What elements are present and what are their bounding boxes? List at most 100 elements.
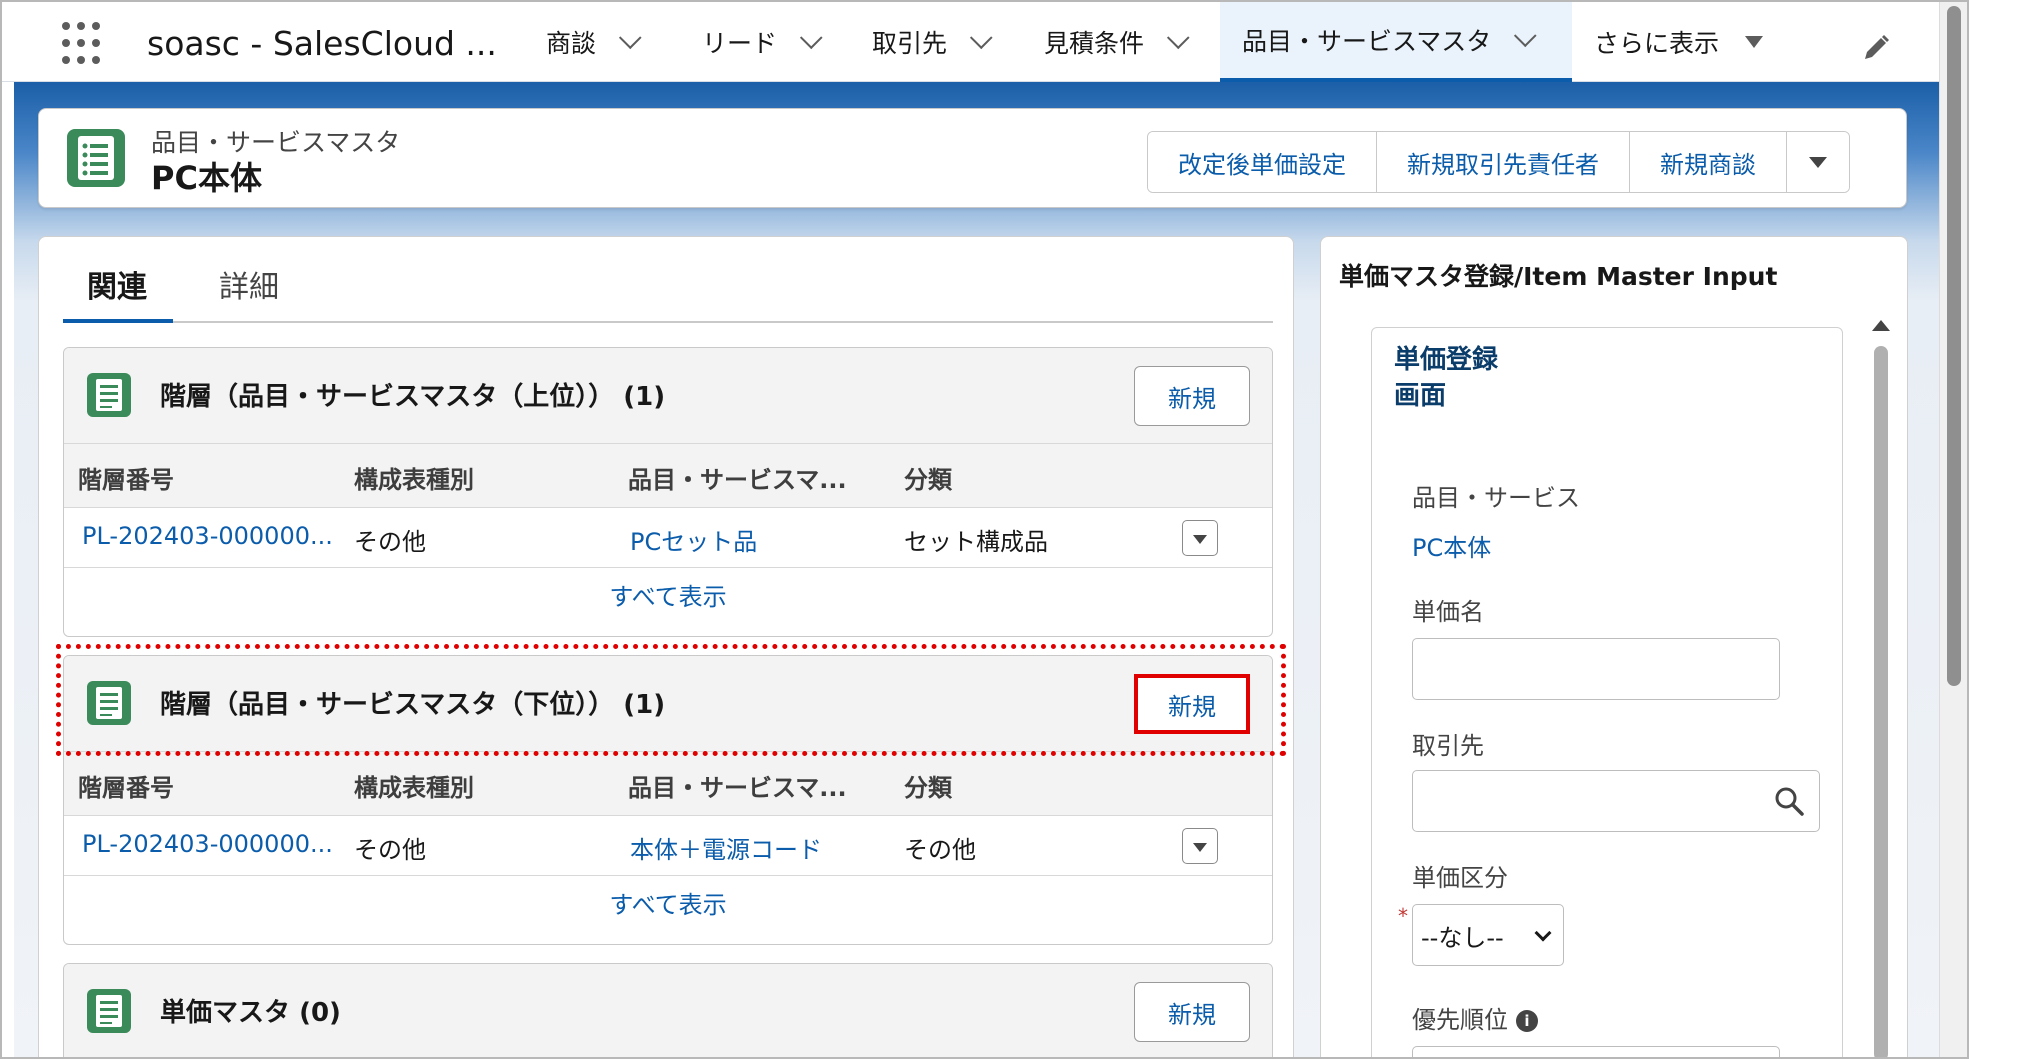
view-all-link[interactable]: すべて表示 <box>64 568 1272 628</box>
price-name-input[interactable] <box>1412 638 1780 700</box>
nav-item-leads[interactable]: リード <box>702 2 835 82</box>
column-header[interactable]: 階層番号 <box>78 460 174 495</box>
chevron-down-icon <box>1534 924 1552 942</box>
new-button[interactable]: 新規 <box>1134 366 1250 426</box>
panel-scroll-up-icon[interactable] <box>1872 320 1890 331</box>
related-list-title[interactable]: 階層（品目・サービスマスタ（上位）） (1) <box>160 376 665 413</box>
priority-label-text: 優先順位 <box>1412 1006 1508 1034</box>
table-cell: セット構成品 <box>904 528 1048 556</box>
new-contact-button[interactable]: 新規取引先責任者 <box>1377 132 1630 192</box>
row-actions-button[interactable] <box>1182 520 1218 556</box>
hierarchy-number-link[interactable]: PL-202403-000000... <box>82 522 333 550</box>
chevron-down-icon[interactable] <box>969 26 993 50</box>
window-scrollbar[interactable] <box>1939 2 1967 1057</box>
tab-related[interactable]: 関連 <box>63 265 173 323</box>
priority-input[interactable] <box>1412 1046 1780 1057</box>
related-list-count: (1) <box>623 382 666 412</box>
record-actions: 改定後単価設定 新規取引先責任者 新規商談 <box>1147 131 1850 193</box>
account-lookup-input[interactable] <box>1412 770 1820 832</box>
search-icon <box>1775 787 1804 816</box>
related-list-price-master: 単価マスタ (0) 新規 <box>63 963 1273 1057</box>
select-value: --なし-- <box>1421 923 1504 952</box>
window-scrollbar-thumb[interactable] <box>1947 6 1961 686</box>
form-heading-line: 単価登録 <box>1394 345 1499 375</box>
column-header[interactable]: 品目・サービスマ... <box>628 460 847 495</box>
related-list-header: 階層（品目・サービスマスタ（上位）） (1) 新規 <box>64 348 1272 444</box>
app-launcher-icon[interactable] <box>62 22 106 66</box>
form-heading: 単価登録 画面 <box>1394 342 1498 414</box>
caret-down-icon <box>1193 843 1207 852</box>
related-list-upper-hierarchy: 階層（品目・サービスマスタ（上位）） (1) 新規 階層番号 構成表種別 品目・… <box>63 347 1273 637</box>
column-header[interactable]: 分類 <box>904 768 952 803</box>
nav-item-label: 商談 <box>546 29 597 58</box>
column-header[interactable]: 品目・サービスマ... <box>628 768 847 803</box>
app-name: soasc - SalesCloud ... <box>147 24 497 63</box>
table-row: PL-202403-000000... その他 PCセット品 セット構成品 <box>64 508 1272 568</box>
item-field-value[interactable]: PC本体 <box>1412 528 1491 563</box>
nav-item-label: 品目・サービスマスタ <box>1242 27 1492 56</box>
record-title: PC本体 <box>151 159 262 197</box>
price-name-label: 単価名 <box>1412 598 1484 626</box>
column-header[interactable]: 分類 <box>904 460 952 495</box>
chevron-down-icon[interactable] <box>1166 26 1190 50</box>
item-field-label: 品目・サービス <box>1412 484 1580 512</box>
global-nav-bar: soasc - SalesCloud ... 商談 リード 取引先 見積条件 品… <box>2 2 1967 82</box>
record-tabs: 関連 詳細 <box>63 265 1273 323</box>
info-icon[interactable]: i <box>1516 1010 1538 1032</box>
view-all-link[interactable]: すべて表示 <box>64 876 1272 936</box>
highlight-annotation <box>56 644 1286 756</box>
more-actions-button[interactable] <box>1787 132 1849 192</box>
related-list-title[interactable]: 単価マスタ (0) <box>160 992 341 1029</box>
new-opportunity-button[interactable]: 新規商談 <box>1630 132 1787 192</box>
price-master-input-panel: 単価マスタ登録/Item Master Input 単価登録 画面 品目・サービ… <box>1320 236 1908 1057</box>
panel-scrollbar[interactable] <box>1874 346 1888 1057</box>
related-list-title-text: 階層（品目・サービスマスタ（上位）） <box>160 382 615 412</box>
required-marker: * <box>1398 904 1408 928</box>
item-link[interactable]: PCセット品 <box>630 522 757 557</box>
nav-item-label: リード <box>702 29 778 58</box>
nav-item-label: さらに表示 <box>1594 29 1720 58</box>
record-header: 品目・サービスマスタ PC本体 改定後単価設定 新規取引先責任者 新規商談 <box>38 108 1907 208</box>
related-list-title-text: 単価マスタ <box>160 998 291 1028</box>
caret-down-icon <box>1809 156 1827 168</box>
new-button[interactable]: 新規 <box>1134 982 1250 1042</box>
related-list-header: 単価マスタ (0) 新規 <box>64 964 1272 1057</box>
window-frame: soasc - SalesCloud ... 商談 リード 取引先 見積条件 品… <box>0 0 1969 1059</box>
row-actions-button[interactable] <box>1182 828 1218 864</box>
caret-down-icon <box>1193 535 1207 544</box>
nav-item-label: 取引先 <box>872 29 948 58</box>
hierarchy-number-link[interactable]: PL-202403-000000... <box>82 830 333 858</box>
table-header: 階層番号 構成表種別 品目・サービスマ... 分類 <box>64 444 1272 508</box>
list-document-icon <box>87 373 131 417</box>
price-type-label: 単価区分 <box>1412 864 1508 892</box>
chevron-down-icon[interactable] <box>1514 24 1537 48</box>
price-registration-form: 単価登録 画面 品目・サービス PC本体 単価名 取引先 単価区分 * --なし… <box>1371 327 1843 1057</box>
column-header[interactable]: 階層番号 <box>78 768 174 803</box>
revised-price-button[interactable]: 改定後単価設定 <box>1148 132 1377 192</box>
list-document-icon <box>87 989 131 1033</box>
nav-item-label: 見積条件 <box>1044 29 1145 58</box>
account-field-label: 取引先 <box>1412 732 1484 760</box>
nav-item-item-master[interactable]: 品目・サービスマスタ <box>1220 2 1572 82</box>
chevron-down-icon[interactable] <box>799 26 823 50</box>
panel-title: 単価マスタ登録/Item Master Input <box>1339 262 1778 291</box>
caret-down-icon <box>1745 36 1764 48</box>
chevron-down-icon[interactable] <box>618 26 642 50</box>
nav-item-opportunities[interactable]: 商談 <box>546 2 654 82</box>
nav-item-accounts[interactable]: 取引先 <box>872 2 1005 82</box>
list-document-icon <box>67 129 125 187</box>
table-header: 階層番号 構成表種別 品目・サービスマ... 分類 <box>64 752 1272 816</box>
pencil-icon[interactable] <box>1860 32 1892 64</box>
nav-more-menu[interactable]: さらに表示 <box>1594 2 1783 82</box>
nav-item-quote-terms[interactable]: 見積条件 <box>1044 2 1202 82</box>
table-cell: その他 <box>354 836 426 864</box>
price-type-select[interactable]: --なし-- <box>1412 904 1564 966</box>
item-link[interactable]: 本体＋電源コード <box>630 830 822 865</box>
column-header[interactable]: 構成表種別 <box>354 768 474 803</box>
table-cell: その他 <box>354 528 426 556</box>
form-heading-line: 画面 <box>1394 381 1447 411</box>
tab-details[interactable]: 詳細 <box>219 265 279 323</box>
table-cell: その他 <box>904 836 976 864</box>
table-row: PL-202403-000000... その他 本体＋電源コード その他 <box>64 816 1272 876</box>
column-header[interactable]: 構成表種別 <box>354 460 474 495</box>
